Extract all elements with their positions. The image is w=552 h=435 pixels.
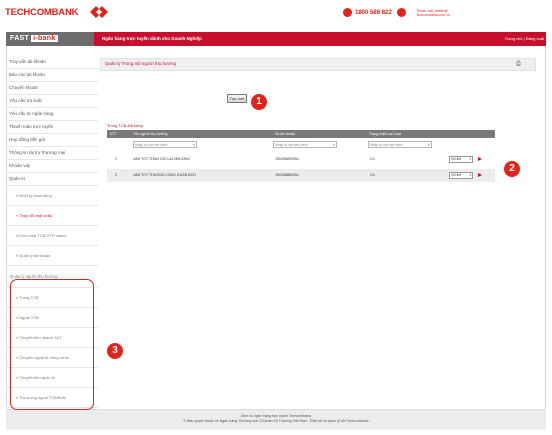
fast-ibank-sub: i-bank <box>31 35 58 42</box>
sidebar-item-truy-van[interactable]: Truy vấn tài khoản <box>6 56 98 69</box>
table-row[interactable]: 1 VAN TOT TOAN GIO LAI NHUONG 1902988993… <box>107 153 495 166</box>
create-new-button[interactable]: Tạo mới <box>227 94 247 103</box>
go-arrow-icon[interactable] <box>478 157 482 161</box>
sidebar-item-chuyen-khoan[interactable]: Chuyển khoản <box>6 82 98 95</box>
filter-icon: ⌕ <box>192 142 195 147</box>
cell-account: 19029888930x <box>275 173 299 177</box>
col-stt: STT <box>110 132 117 136</box>
sidebar-sub-label: Nhật ký hoạt động <box>19 193 52 198</box>
fast-ibank-logo: FAST i-bank <box>6 32 94 46</box>
hotline-number[interactable]: 1800 588 822 <box>355 10 392 16</box>
action-select[interactable]: Chi tiết ▾ <box>449 156 473 163</box>
contact-line-2: techcombank.com.vn <box>416 12 450 17</box>
sidebar-item-yeu-cau[interactable]: Yêu cầu từ ngân hàng <box>6 108 98 121</box>
tagline: Ngân hàng trực tuyến dành cho Doanh Nghi… <box>102 36 202 41</box>
cell-name: VAN TOT TOAN GIO LAI NHUONG <box>133 157 190 161</box>
filter-placeholder: Nhập từ cần tìm kiếm <box>275 143 308 147</box>
contact-email[interactable]: Email: call_center@ techcombank.com.vn <box>417 9 450 17</box>
action-select-value: Chi tiết <box>451 173 461 177</box>
action-select[interactable]: Chi tiết ▾ <box>449 172 473 179</box>
annotation-badge-3: 3 <box>107 343 123 359</box>
techcombank-logo-mark-icon <box>90 6 108 18</box>
sidebar-sub-nhat-ky[interactable]: »Nhật ký hoạt động <box>6 186 98 206</box>
sidebar-sub-label: Kích hoạt TCB OTP Vasco <box>19 233 67 238</box>
chevron-down-icon: ▾ <box>469 173 471 177</box>
fast-ibank-main: FAST <box>10 35 30 42</box>
footer: Dịch vụ ngân hàng trực tuyến Techcombank… <box>6 409 546 430</box>
col-status: Trạng thái/Loại hoạt <box>369 132 401 136</box>
sidebar-sub-otp[interactable]: »Kích hoạt TCB OTP Vasco <box>6 226 98 246</box>
cell-status: Có <box>370 157 375 161</box>
sidebar-item-bao-cao[interactable]: Báo cáo tài khoản <box>6 69 98 82</box>
table-header: STT Tên người thụ hưởng Số tài khoản Trạ… <box>107 130 495 138</box>
sidebar-item-hop-dong[interactable]: Hợp đồng tiền gửi <box>6 134 98 147</box>
annotation-badge-1: 1 <box>251 94 267 110</box>
annotation-highlight-box <box>10 279 94 410</box>
email-icon <box>396 8 406 17</box>
filter-placeholder: Nhập từ cần tìm kiếm <box>370 143 403 147</box>
col-name: Tên người thụ hưởng <box>133 132 168 136</box>
section-title: Trong TCB-Đã khớp <box>107 123 143 128</box>
cell-status: Có <box>370 173 375 177</box>
sidebar-item-tai-tro[interactable]: Thông tin tài trợ thương mại <box>6 147 98 160</box>
table-row[interactable]: 2 VAN TOT THUONG LONG GUAN BCH 190298889… <box>107 169 495 182</box>
chevron-down-icon: ▾ <box>469 157 471 161</box>
user-links[interactable]: Trang chủ | Đăng xuất <box>505 36 544 41</box>
filter-placeholder: Nhập từ cần tìm kiếm <box>135 143 168 147</box>
filter-account-input[interactable]: Nhập từ cần tìm kiếm ⌕ <box>273 141 337 148</box>
filter-icon: ⌕ <box>427 142 430 147</box>
sidebar-sub-label: Thay đổi mật khẩu <box>19 213 53 218</box>
annotation-badge-2: 2 <box>504 161 520 177</box>
sidebar-sub-mat-khau[interactable]: »Thay đổi mật khẩu <box>6 206 98 226</box>
footer-line-2: © Bản quyền thuộc về Ngân hàng Thương mạ… <box>183 419 369 423</box>
sidebar-item-khoan-vay[interactable]: Khoản vay <box>6 160 98 173</box>
filter-name-input[interactable]: Nhập từ cần tìm kiếm ⌕ <box>133 141 197 148</box>
breadcrumb: Quản lý Trong nội người thụ hưởng <box>105 61 176 66</box>
hotline: 1800 588 822 Email: call_center@ techcom… <box>343 8 450 17</box>
sidebar-sub-tai-khoan[interactable]: »Quản lý tài khoản <box>6 246 98 266</box>
go-arrow-icon[interactable] <box>478 173 482 177</box>
filter-icon: ⌕ <box>332 142 335 147</box>
print-icon[interactable]: ⎙ <box>516 61 521 68</box>
sidebar-item-thanh-toan[interactable]: Thanh toán trực tuyến <box>6 121 98 134</box>
techcombank-logo[interactable]: TECHCOMBANK <box>5 7 78 18</box>
sidebar-item-quan-tri[interactable]: Quản trị <box>6 173 98 186</box>
filter-status-input[interactable]: Nhập từ cần tìm kiếm ⌕ <box>368 141 432 148</box>
sidebar-sub-label: Quản lý tài khoản <box>19 253 51 258</box>
filter-row: Nhập từ cần tìm kiếm ⌕ Nhập từ cần tìm ki… <box>107 140 495 150</box>
header <box>6 6 546 32</box>
cell-stt: 1 <box>115 157 117 161</box>
sidebar-item-tra-soat[interactable]: Yêu cầu tra soát <box>6 95 98 108</box>
cell-account: 19029889930x <box>275 157 299 161</box>
cell-stt: 2 <box>115 173 117 177</box>
phone-icon <box>343 8 352 17</box>
col-account: Số tài khoản <box>275 132 295 136</box>
action-select-value: Chi tiết <box>451 157 461 161</box>
cell-name: VAN TOT THUONG LONG GUAN BCH <box>133 173 196 177</box>
